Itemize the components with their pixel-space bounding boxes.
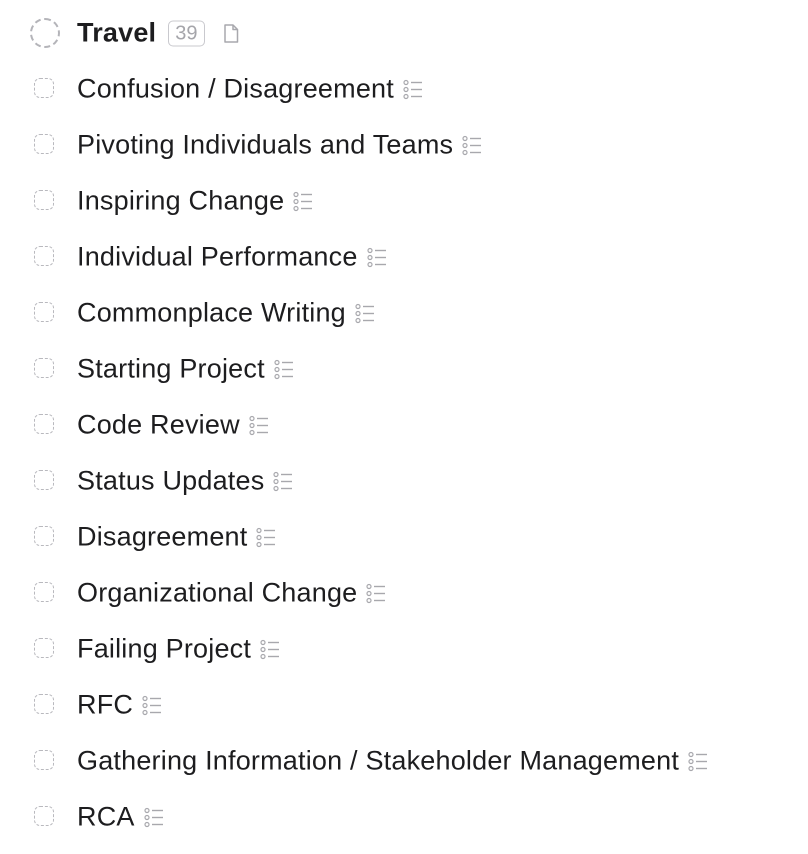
task-row-9[interactable]: Disagreement [0,509,808,565]
task-title-group: Starting Project [77,354,294,385]
project-progress-circle[interactable] [30,18,60,48]
task-title-group: Disagreement [77,522,276,553]
task-checkbox[interactable] [34,134,54,154]
task-checkbox[interactable] [34,190,54,210]
task-row-4[interactable]: Individual Performance [0,229,808,285]
checklist-icon [260,638,280,660]
task-checkbox[interactable] [34,358,54,378]
task-checkbox[interactable] [34,582,54,602]
task-row-12[interactable]: RFC [0,677,808,733]
checklist-icon [403,78,423,100]
task-row-7[interactable]: Code Review [0,397,808,453]
task-title-group: RCA [77,802,164,833]
task-row-6[interactable]: Starting Project [0,341,808,397]
task-row-2[interactable]: Pivoting Individuals and Teams [0,117,808,173]
task-row-14[interactable]: RCA [0,789,808,845]
checklist-icon [142,694,162,716]
task-checkbox[interactable] [34,246,54,266]
task-title-group: Individual Performance [77,242,387,273]
task-checkbox[interactable] [34,78,54,98]
task-label: Status Updates [77,465,265,496]
task-title-group: Pivoting Individuals and Teams [77,130,482,161]
task-label: Code Review [77,409,240,440]
checklist-icon [249,414,269,436]
task-label: RCA [77,801,135,832]
task-row-3[interactable]: Inspiring Change [0,173,808,229]
task-title-group: Confusion / Disagreement [77,74,423,105]
task-label: Disagreement [77,521,248,552]
task-label: Gathering Information / Stakeholder Mana… [77,745,680,776]
project-title-group: Travel 39 [77,18,239,49]
checklist-icon [293,190,313,212]
project-title: Travel [77,17,157,48]
task-row-10[interactable]: Organizational Change [0,565,808,621]
task-title-group: Code Review [77,410,269,441]
task-row-5[interactable]: Commonplace Writing [0,285,808,341]
task-label: Pivoting Individuals and Teams [77,129,454,160]
checklist-icon [256,526,276,548]
task-row-13[interactable]: Gathering Information / Stakeholder Mana… [0,733,808,789]
task-label: Confusion / Disagreement [77,73,394,104]
checklist-icon [274,358,294,380]
task-checkbox[interactable] [34,470,54,490]
task-title-group: Commonplace Writing [77,298,375,329]
checklist-icon [462,134,482,156]
task-checkbox[interactable] [34,414,54,434]
task-title-group: Status Updates [77,466,293,497]
task-count-badge: 39 [168,20,205,46]
checklist-icon [366,246,387,268]
task-checkbox[interactable] [34,694,54,714]
task-checkbox[interactable] [34,806,54,826]
task-checkbox[interactable] [34,526,54,546]
task-row-8[interactable]: Status Updates [0,453,808,509]
project-row-travel[interactable]: Travel 39 [0,5,808,61]
task-title-group: Inspiring Change [77,186,313,217]
task-label: Individual Performance [77,241,358,272]
task-title-group: Organizational Change [77,578,386,609]
task-title-group: Failing Project [77,634,280,665]
task-checkbox[interactable] [34,638,54,658]
document-icon [223,23,239,43]
task-label: Starting Project [77,353,265,384]
task-title-group: RFC [77,690,162,721]
checklist-icon [355,302,375,324]
task-list: Travel 39 Confusion / Disagreement Pivot… [0,0,808,845]
task-label: Failing Project [77,633,252,664]
task-title-group: Gathering Information / Stakeholder Mana… [77,746,708,777]
checklist-icon [366,582,386,604]
task-label: Inspiring Change [77,185,285,216]
checklist-icon [144,806,164,828]
checklist-icon [273,470,293,492]
task-checkbox[interactable] [34,302,54,322]
task-row-1[interactable]: Confusion / Disagreement [0,61,808,117]
checklist-icon [688,750,708,772]
task-label: RFC [77,689,134,720]
task-label: Organizational Change [77,577,358,608]
task-row-11[interactable]: Failing Project [0,621,808,677]
task-label: Commonplace Writing [77,297,346,328]
task-checkbox[interactable] [34,750,54,770]
